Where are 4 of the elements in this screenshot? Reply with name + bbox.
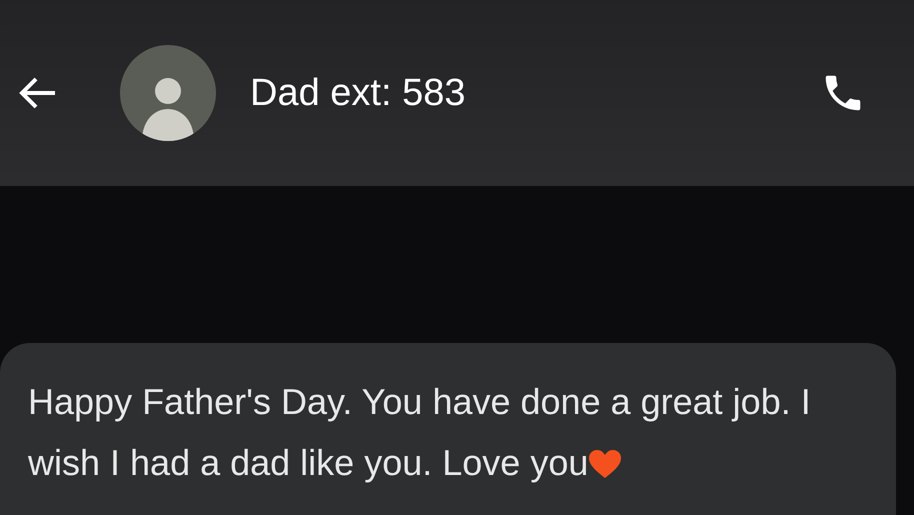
back-arrow-icon: [19, 76, 57, 110]
message-text: Happy Father's Day. You have done a great job. I wish I had a dad like you. Love you: [28, 380, 812, 485]
contact-name: Dad ext: 583: [250, 70, 466, 116]
heart-icon: [588, 449, 622, 479]
